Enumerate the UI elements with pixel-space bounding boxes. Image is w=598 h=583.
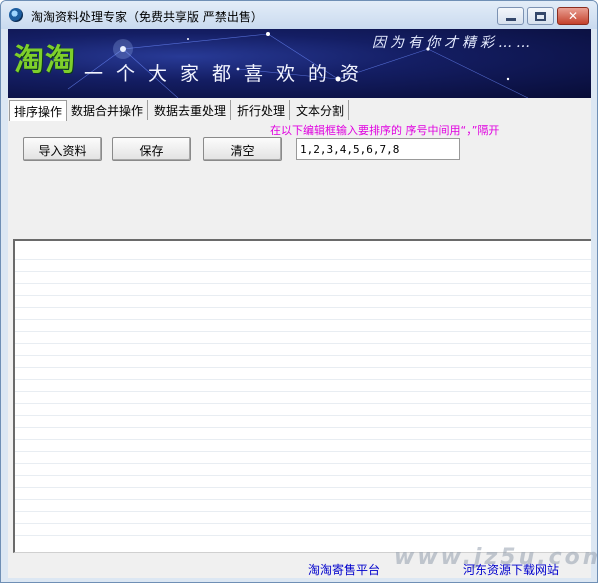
close-button[interactable]: ✕	[557, 7, 589, 25]
tab-line-wrap[interactable]: 折行处理	[233, 100, 291, 120]
list-row-divider	[15, 259, 591, 260]
list-row-divider	[15, 535, 591, 536]
window-title: 淘淘资料处理专家（免费共享版 严禁出售）	[31, 10, 263, 24]
list-row-divider	[15, 295, 591, 296]
list-row-divider	[15, 367, 591, 368]
list-row-divider	[15, 499, 591, 500]
download-site-link[interactable]: 河东资源下载网站	[463, 561, 559, 578]
list-row-divider	[15, 427, 591, 428]
list-row-divider	[15, 403, 591, 404]
list-row-divider	[15, 331, 591, 332]
tab-merge[interactable]: 数据合并操作	[67, 100, 149, 120]
list-row-divider	[15, 343, 591, 344]
list-row-divider	[15, 355, 591, 356]
minimize-button[interactable]	[497, 7, 524, 25]
sort-hint: 在以下编辑框输入要排序的 序号中间用“，”隔开	[270, 124, 500, 137]
list-row-divider	[15, 451, 591, 452]
sequence-input[interactable]: 1,2,3,4,5,6,7,8	[296, 138, 460, 160]
list-row-divider	[15, 415, 591, 416]
list-row-divider	[15, 511, 591, 512]
list-row-divider	[15, 379, 591, 380]
import-button[interactable]: 导入资料	[23, 137, 102, 161]
consignment-platform-link[interactable]: 淘淘寄售平台	[308, 561, 380, 578]
maximize-button[interactable]	[527, 7, 554, 25]
tab-sort[interactable]: 排序操作	[9, 100, 68, 121]
close-icon: ✕	[567, 9, 579, 23]
slogan-top: 因为有你才精彩……	[372, 35, 534, 51]
list-row-divider	[15, 487, 591, 488]
app-window: 淘淘资料处理专家（免费共享版 严禁出售） ✕ 淘淘 因为有你才精彩…… 一个大家…	[0, 0, 598, 583]
brand-logo: 淘淘	[14, 43, 76, 78]
list-row-divider	[15, 271, 591, 272]
list-row-divider	[15, 439, 591, 440]
app-logo-icon	[9, 8, 23, 22]
list-row-divider	[15, 523, 591, 524]
tab-dedupe[interactable]: 数据去重处理	[150, 100, 232, 120]
banner: 淘淘 因为有你才精彩…… 一个大家都喜欢的资	[8, 29, 591, 98]
list-row-divider	[15, 475, 591, 476]
list-row-divider	[15, 463, 591, 464]
list-row-divider	[15, 283, 591, 284]
list-row-divider	[15, 319, 591, 320]
data-list[interactable]	[13, 239, 591, 553]
client-area: 淘淘 因为有你才精彩…… 一个大家都喜欢的资 排序操作 数据合并操作 数据去重处…	[8, 29, 597, 578]
title-bar[interactable]: 淘淘资料处理专家（免费共享版 严禁出售） ✕	[1, 1, 597, 29]
save-button[interactable]: 保存	[112, 137, 191, 161]
clear-button[interactable]: 清空	[203, 137, 282, 161]
minimize-icon	[505, 17, 516, 21]
maximize-icon	[535, 11, 546, 21]
tab-bar: 排序操作 数据合并操作 数据去重处理 折行处理 文本分割	[8, 100, 591, 121]
list-row-divider	[15, 307, 591, 308]
list-row-divider	[15, 391, 591, 392]
slogan-main: 一个大家都喜欢的资	[84, 63, 373, 85]
tab-text-split[interactable]: 文本分割	[292, 100, 350, 120]
